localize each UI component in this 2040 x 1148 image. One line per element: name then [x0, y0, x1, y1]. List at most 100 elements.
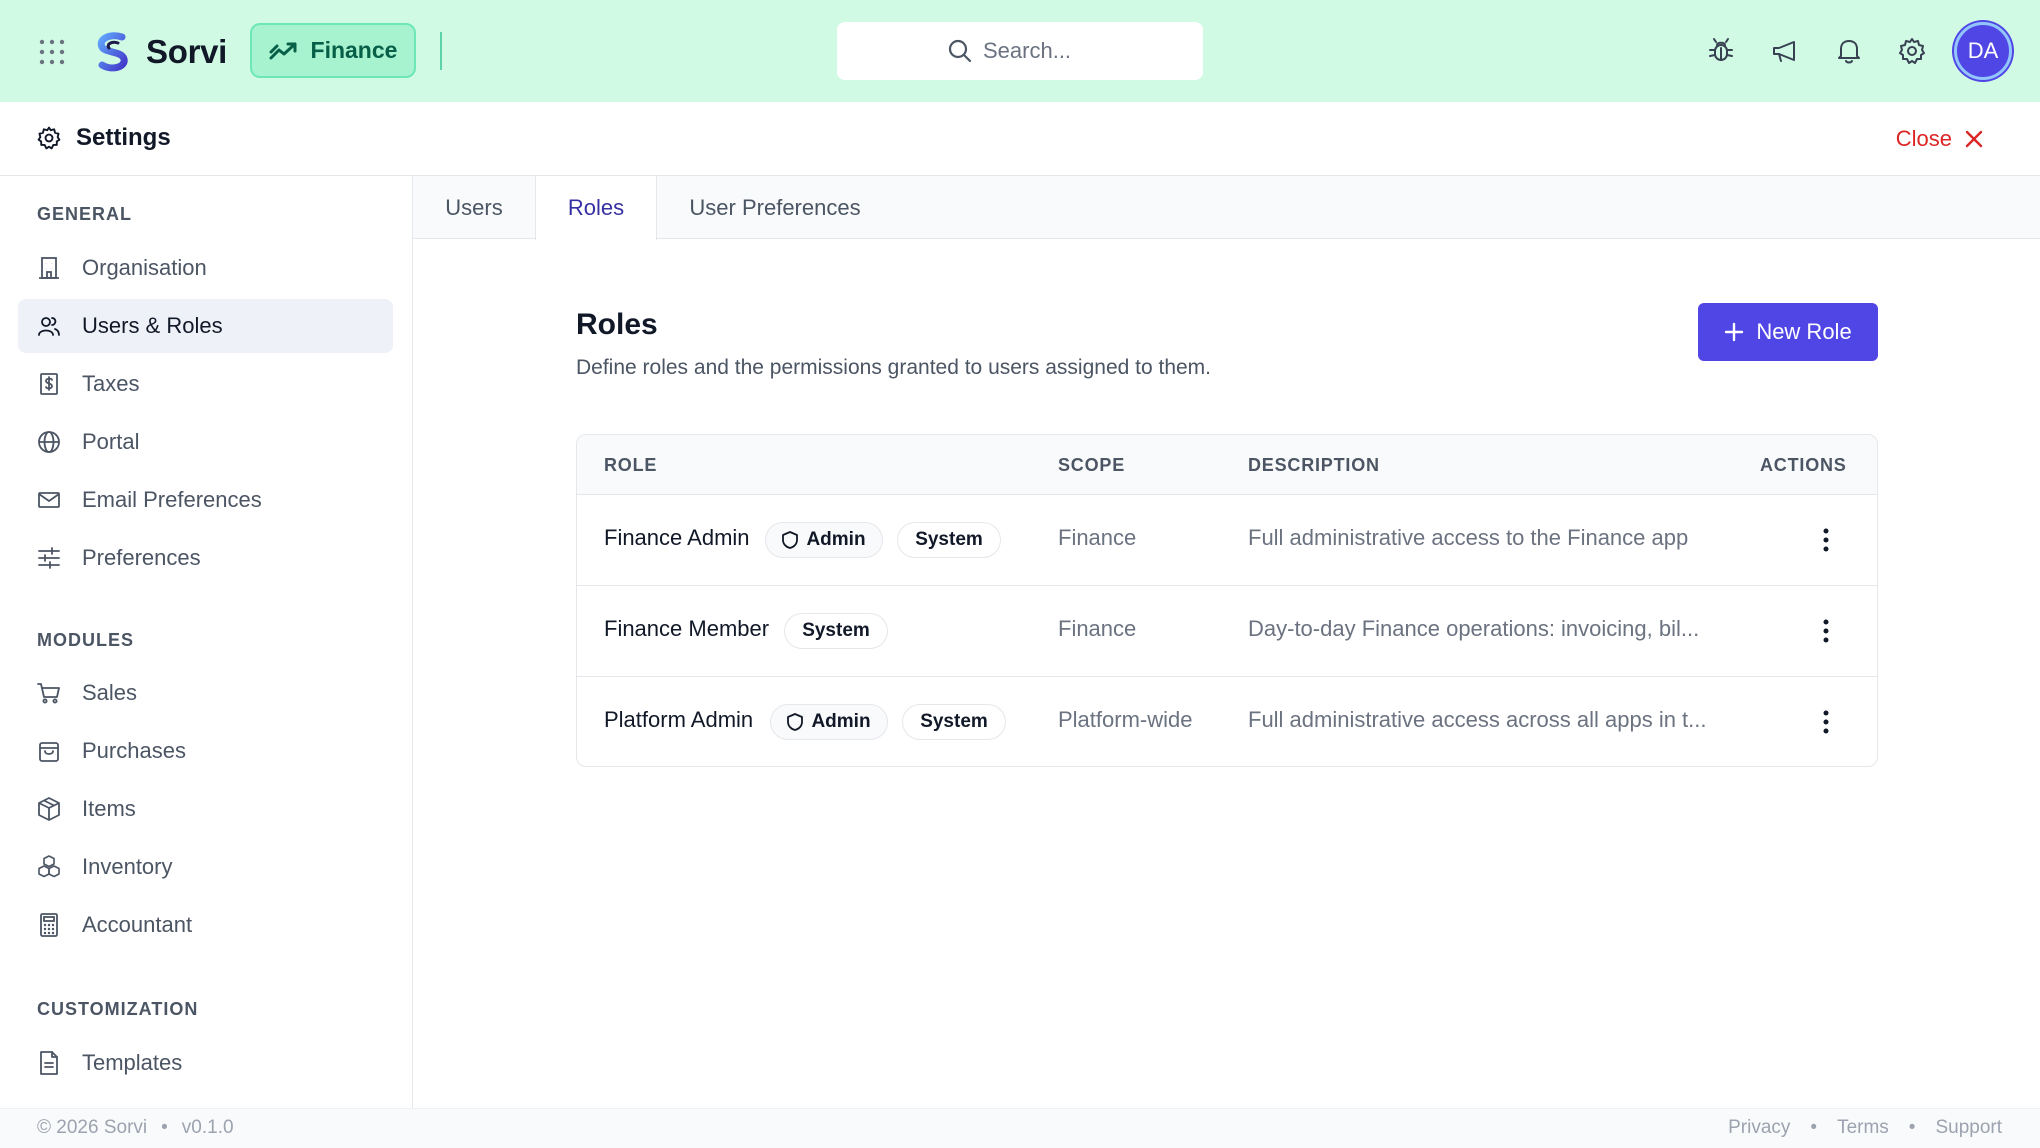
sidebar-item-email-preferences[interactable]: Email Preferences	[18, 473, 393, 527]
footer-link-support[interactable]: Support	[1935, 1117, 2002, 1139]
system-badge: System	[897, 522, 1001, 558]
table-row[interactable]: Platform Admin Admin System Platform-wid…	[577, 677, 1877, 766]
settings-title-text: Settings	[76, 124, 171, 151]
users-icon	[36, 313, 62, 339]
sidebar-item-label: Templates	[82, 1050, 183, 1075]
more-actions-icon[interactable]	[1811, 525, 1841, 555]
tab-roles[interactable]: Roles	[535, 176, 657, 240]
plus-icon	[1724, 322, 1744, 342]
sidebar-item-label: Portal	[82, 429, 140, 454]
sidebar-item-purchases[interactable]: Purchases	[18, 724, 393, 778]
calculator-icon	[36, 912, 62, 938]
sliders-icon	[36, 545, 62, 571]
shield-icon	[782, 531, 799, 549]
settings-header: Settings Close	[0, 102, 2040, 176]
dollar-receipt-icon	[36, 371, 62, 397]
role-scope: Finance	[1058, 616, 1137, 641]
top-bar: Sorvi Finance Search... DA	[0, 0, 2040, 102]
footer-meta: © 2026 Sorvi • v0.1.0	[37, 1117, 234, 1139]
admin-badge: Admin	[765, 522, 883, 558]
tab-user-preferences[interactable]: User Preferences	[657, 176, 893, 239]
new-role-label: New Role	[1756, 319, 1852, 344]
app-switcher-finance[interactable]: Finance	[250, 23, 416, 78]
user-avatar[interactable]: DA	[1954, 22, 2012, 80]
globe-icon	[36, 429, 62, 455]
column-header-role: ROLE	[604, 455, 658, 475]
more-actions-icon[interactable]	[1811, 707, 1841, 737]
sidebar-item-organisation[interactable]: Organisation	[18, 241, 393, 295]
column-header-description: DESCRIPTION	[1248, 455, 1380, 475]
role-name: Platform Admin	[604, 707, 754, 732]
settings-sidebar: GENERAL Organisation Users & Roles Taxes…	[0, 176, 413, 1108]
close-settings-button[interactable]: Close	[1896, 126, 1984, 152]
role-scope: Finance	[1058, 525, 1137, 550]
sidebar-item-label: Items	[82, 796, 136, 821]
table-row[interactable]: Finance Admin Admin System Finance Full …	[577, 495, 1877, 586]
bell-icon[interactable]	[1834, 36, 1864, 66]
sidebar-item-items[interactable]: Items	[18, 782, 393, 836]
top-divider	[440, 32, 442, 70]
sidebar-item-label: Taxes	[82, 371, 140, 396]
megaphone-icon[interactable]	[1770, 36, 1800, 66]
settings-title: Settings	[36, 124, 171, 152]
sidebar-item-users-roles[interactable]: Users & Roles	[18, 299, 393, 353]
copyright: © 2026 Sorvi	[37, 1117, 148, 1138]
sidebar-item-sales[interactable]: Sales	[18, 666, 393, 720]
sidebar-item-label: Sales	[82, 680, 138, 705]
bag-icon	[36, 738, 62, 764]
sidebar-item-label: Users & Roles	[82, 313, 223, 338]
sidebar-item-portal[interactable]: Portal	[18, 415, 393, 469]
role-name: Finance Admin	[604, 525, 750, 550]
page-description: Define roles and the permissions granted…	[576, 356, 1212, 379]
role-description: Full administrative access to the Financ…	[1248, 525, 1689, 550]
admin-badge-label: Admin	[811, 711, 871, 732]
section-label-general: GENERAL	[37, 204, 133, 224]
close-label: Close	[1895, 126, 1952, 151]
footer: © 2026 Sorvi • v0.1.0 Privacy • Terms • …	[0, 1108, 2040, 1148]
sidebar-item-preferences[interactable]: Preferences	[18, 531, 393, 585]
gear-icon	[36, 125, 62, 151]
role-description: Full administrative access across all ap…	[1248, 707, 1707, 732]
sidebar-item-inventory[interactable]: Inventory	[18, 840, 393, 894]
admin-badge: Admin	[770, 704, 888, 740]
shield-icon	[787, 713, 804, 731]
building-icon	[36, 255, 62, 281]
tab-users[interactable]: Users	[413, 176, 535, 239]
role-name: Finance Member	[604, 616, 770, 641]
footer-links: Privacy • Terms • Support	[1728, 1117, 2002, 1139]
app-switcher-label: Finance	[310, 37, 398, 63]
table-row[interactable]: Finance Member System Finance Day-to-day…	[577, 586, 1877, 677]
search-icon	[947, 38, 973, 64]
sidebar-item-label: Inventory	[82, 854, 173, 879]
bug-icon[interactable]	[1706, 36, 1736, 66]
new-role-button[interactable]: New Role	[1698, 303, 1878, 361]
close-icon	[1964, 129, 1984, 149]
document-icon	[36, 1050, 62, 1076]
footer-link-terms[interactable]: Terms	[1837, 1117, 1889, 1139]
role-description: Day-to-day Finance operations: invoicing…	[1248, 616, 1700, 641]
gear-icon[interactable]	[1897, 36, 1927, 66]
sidebar-item-templates[interactable]: Templates	[18, 1036, 393, 1090]
sidebar-item-taxes[interactable]: Taxes	[18, 357, 393, 411]
roles-table: ROLE SCOPE DESCRIPTION ACTIONS Finance A…	[576, 434, 1878, 767]
package-icon	[36, 796, 62, 822]
admin-badge-label: Admin	[806, 529, 866, 550]
brand-name: Sorvi	[146, 33, 228, 70]
system-badge: System	[784, 613, 888, 649]
role-scope: Platform-wide	[1058, 707, 1193, 732]
brand-logo[interactable]: Sorvi	[92, 31, 227, 73]
app-version: v0.1.0	[181, 1117, 234, 1138]
settings-tabs: Users Roles User Preferences	[413, 176, 2040, 240]
footer-separator: •	[1908, 1117, 1916, 1138]
system-badge: System	[902, 704, 1006, 740]
sidebar-item-accountant[interactable]: Accountant	[18, 898, 393, 952]
table-header: ROLE SCOPE DESCRIPTION ACTIONS	[577, 435, 1877, 495]
search-box[interactable]	[837, 22, 1203, 80]
app-grid-icon[interactable]	[38, 38, 66, 66]
footer-link-privacy[interactable]: Privacy	[1728, 1117, 1790, 1139]
cart-icon	[36, 680, 62, 706]
more-actions-icon[interactable]	[1811, 616, 1841, 646]
search-input[interactable]	[983, 38, 1093, 64]
mail-icon	[36, 487, 62, 513]
boxes-icon	[36, 854, 62, 880]
